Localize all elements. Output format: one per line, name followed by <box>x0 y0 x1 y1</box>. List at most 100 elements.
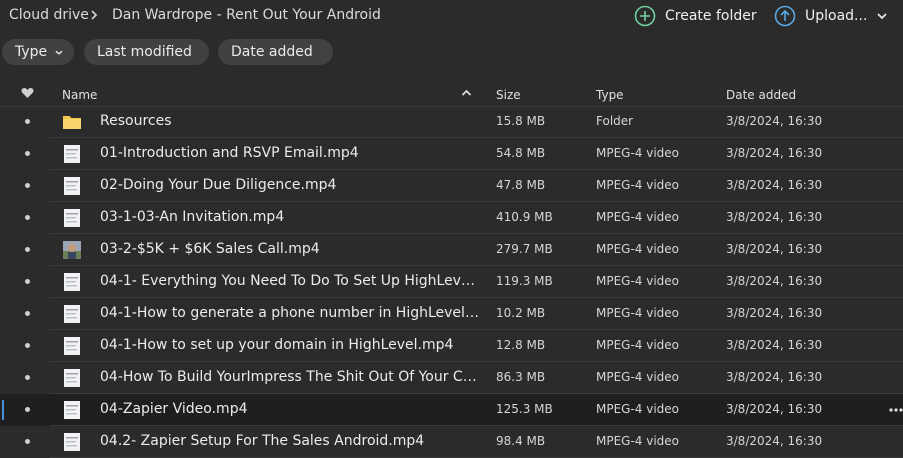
file-name[interactable]: 02-Doing Your Due Diligence.mp4 <box>100 177 336 193</box>
file-size: 86.3 MB <box>496 370 546 384</box>
file-name[interactable]: 04-1- Everything You Need To Do To Set U… <box>100 273 480 289</box>
file-type: MPEG-4 video <box>596 370 680 384</box>
file-date-added: 3/8/2024, 16:30 <box>726 402 823 416</box>
file-date-added: 3/8/2024, 16:30 <box>726 338 823 352</box>
more-options-icon[interactable] <box>889 402 903 418</box>
file-size: 125.3 MB <box>496 402 553 416</box>
sort-ascending-icon[interactable] <box>461 89 472 97</box>
file-size: 47.8 MB <box>496 178 546 192</box>
video-thumbnail-icon <box>62 368 82 388</box>
status-dot <box>25 343 30 348</box>
file-row[interactable]: Resources 15.8 MB Folder 3/8/2024, 16:30 <box>0 106 903 138</box>
file-size: 12.8 MB <box>496 338 546 352</box>
column-header-type[interactable]: Type <box>596 88 624 102</box>
file-date-added: 3/8/2024, 16:30 <box>726 242 823 256</box>
video-thumbnail-icon <box>62 400 82 420</box>
file-date-added: 3/8/2024, 16:30 <box>726 114 823 128</box>
file-row[interactable]: 04-1-How to set up your domain in HighLe… <box>0 330 903 362</box>
column-header-name[interactable]: Name <box>62 88 97 102</box>
chevron-down-icon <box>320 51 322 53</box>
file-row[interactable]: 03-1-03-An Invitation.mp4 410.9 MB MPEG-4 … <box>0 202 903 234</box>
file-type: MPEG-4 video <box>596 338 680 352</box>
file-row[interactable]: 04-How To Build YourImpress The Shit Out… <box>0 362 903 394</box>
file-row[interactable]: 04.2- Zapier Setup For The Sales Android… <box>0 426 903 458</box>
file-size: 279.7 MB <box>496 242 553 256</box>
status-dot <box>25 247 30 252</box>
file-type: MPEG-4 video <box>596 274 680 288</box>
file-row[interactable]: 01-Introduction and RSVP Email.mp4 54.8 M… <box>0 138 903 170</box>
file-row[interactable]: 03-2-$5K + $6K Sales Call.mp4 279.7 MB MPE… <box>0 234 903 266</box>
video-thumbnail-icon <box>62 176 82 196</box>
file-type: Folder <box>596 114 634 128</box>
video-thumbnail-icon <box>62 272 82 292</box>
file-name[interactable]: 03-1-03-An Invitation.mp4 <box>100 209 284 225</box>
video-thumbnail-icon <box>62 208 82 228</box>
file-row[interactable]: 02-Doing Your Due Diligence.mp4 47.8 MB MP… <box>0 170 903 202</box>
heart-icon[interactable] <box>21 87 34 99</box>
file-row[interactable]: 04-1- Everything You Need To Do To Set U… <box>0 266 903 298</box>
file-date-added: 3/8/2024, 16:30 <box>726 306 823 320</box>
chevron-right-icon <box>91 10 98 20</box>
column-header-date-added[interactable]: Date added <box>726 88 796 102</box>
chevron-down-icon[interactable] <box>877 12 888 20</box>
file-size: 15.8 MB <box>496 114 546 128</box>
file-row[interactable]: 04-Zapier Video.mp4 125.3 MB MPEG-4 video 3… <box>0 394 903 426</box>
file-type: MPEG-4 video <box>596 434 680 448</box>
type-filter-label: Type <box>15 44 48 60</box>
last-modified-filter-dropdown[interactable]: Last modified <box>84 39 209 65</box>
status-dot <box>25 375 30 380</box>
file-name[interactable]: 04-How To Build YourImpress The Shit Out… <box>100 369 480 385</box>
breadcrumb-current-folder[interactable]: Dan Wardrope - Rent Out Your Android <box>112 7 381 23</box>
file-name[interactable]: Resources <box>100 113 172 129</box>
create-folder-button[interactable]: Create folder <box>634 4 757 28</box>
file-size: 119.3 MB <box>496 274 553 288</box>
file-name[interactable]: 01-Introduction and RSVP Email.mp4 <box>100 145 359 161</box>
file-date-added: 3/8/2024, 16:30 <box>726 210 823 224</box>
file-name[interactable]: 04.2- Zapier Setup For The Sales Android… <box>100 433 424 449</box>
file-date-added: 3/8/2024, 16:30 <box>726 370 823 384</box>
file-name[interactable]: 04-1-How to generate a phone number in H… <box>100 305 480 321</box>
file-size: 98.4 MB <box>496 434 546 448</box>
status-dot <box>25 215 30 220</box>
last-modified-filter-label: Last modified <box>97 44 192 60</box>
status-dot <box>25 151 30 156</box>
video-thumbnail-icon <box>62 144 82 164</box>
video-thumbnail-icon <box>62 240 82 260</box>
file-type: MPEG-4 video <box>596 242 680 256</box>
file-size: 54.8 MB <box>496 146 546 160</box>
file-type: MPEG-4 video <box>596 402 680 416</box>
breadcrumb-root[interactable]: Cloud drive <box>9 7 89 23</box>
file-type: MPEG-4 video <box>596 146 680 160</box>
file-date-added: 3/8/2024, 16:30 <box>726 178 823 192</box>
file-name[interactable]: 04-Zapier Video.mp4 <box>100 401 248 417</box>
upload-arrow-icon <box>774 5 796 27</box>
folder-icon <box>62 112 82 132</box>
status-dot <box>25 311 30 316</box>
file-date-added: 3/8/2024, 16:30 <box>726 434 823 448</box>
video-thumbnail-icon <box>62 304 82 324</box>
type-filter-dropdown[interactable]: Type <box>2 39 74 65</box>
filter-bar: Type Last modified Date added <box>0 39 903 65</box>
file-name[interactable]: 03-2-$5K + $6K Sales Call.mp4 <box>100 241 320 257</box>
file-size: 410.9 MB <box>496 210 553 224</box>
top-bar: Cloud drive Dan Wardrope - Rent Out Your… <box>0 0 903 32</box>
file-size: 10.2 MB <box>496 306 546 320</box>
upload-button[interactable]: Upload... <box>774 4 888 28</box>
status-dot <box>25 279 30 284</box>
date-added-filter-dropdown[interactable]: Date added <box>218 39 333 65</box>
upload-label: Upload... <box>805 8 868 24</box>
column-header-size[interactable]: Size <box>496 88 521 102</box>
file-type: MPEG-4 video <box>596 210 680 224</box>
date-added-filter-label: Date added <box>231 44 313 60</box>
status-dot <box>25 439 30 444</box>
file-table-header: Name Size Type Date added <box>0 84 903 107</box>
file-row[interactable]: 04-1-How to generate a phone number in H… <box>0 298 903 330</box>
plus-circle-icon <box>634 5 656 27</box>
file-date-added: 3/8/2024, 16:30 <box>726 146 823 160</box>
status-dot <box>25 119 30 124</box>
file-name[interactable]: 04-1-How to set up your domain in HighLe… <box>100 337 453 353</box>
file-type: MPEG-4 video <box>596 178 680 192</box>
status-dot <box>25 407 30 412</box>
file-date-added: 3/8/2024, 16:30 <box>726 274 823 288</box>
file-type: MPEG-4 video <box>596 306 680 320</box>
